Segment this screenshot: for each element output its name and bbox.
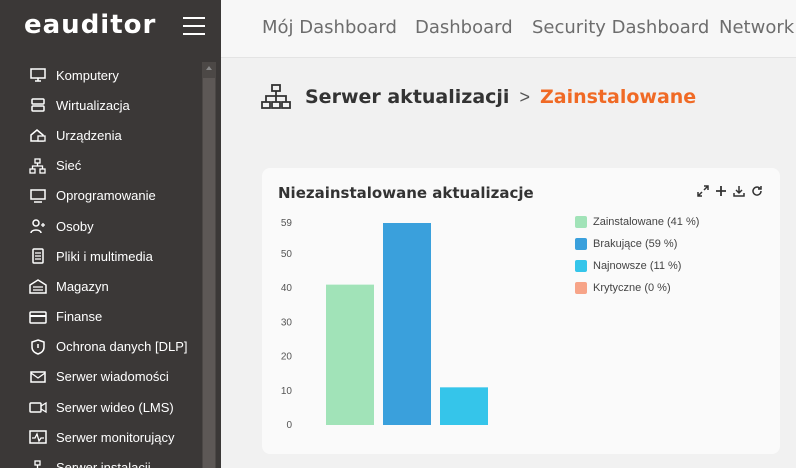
tab-security-dashboard[interactable]: Security Dashboard xyxy=(532,17,709,38)
bar-zainstalowane[interactable] xyxy=(326,284,374,425)
video-icon xyxy=(28,399,48,415)
sidebar-item-label: Serwer monitorujący xyxy=(56,429,175,445)
sidebar-item-osoby[interactable]: Osoby xyxy=(0,211,200,241)
scroll-up-arrow-icon[interactable] xyxy=(206,66,212,70)
legend-label: Najnowsze (11 %) xyxy=(593,260,682,272)
sidebar-item-label: Oprogramowanie xyxy=(56,188,156,204)
download-icon[interactable] xyxy=(732,184,745,197)
hamburger-menu-icon[interactable] xyxy=(183,17,205,35)
sidebar-scrollbar[interactable] xyxy=(202,62,216,468)
network-icon xyxy=(261,84,291,109)
y-tick-label: 20 xyxy=(281,352,293,363)
software-icon xyxy=(28,188,48,204)
expand-icon[interactable] xyxy=(696,184,709,197)
install-icon xyxy=(28,459,48,468)
sidebar-item-label: Serwer instalacji xyxy=(56,460,151,468)
refresh-icon[interactable] xyxy=(750,184,763,197)
chart-tools xyxy=(696,184,763,197)
logo-bar: eauditor xyxy=(0,0,221,58)
sidebar-item-label: Serwer wideo (LMS) xyxy=(56,399,174,415)
sidebar-item-label: Finanse xyxy=(56,309,103,325)
breadcrumb-parent[interactable]: Serwer aktualizacji xyxy=(305,86,509,108)
sidebar-item-oprogramowanie[interactable]: Oprogramowanie xyxy=(0,181,200,211)
sidebar-item-label: Sieć xyxy=(56,158,82,174)
sidebar-item-sieć[interactable]: Sieć xyxy=(0,151,200,181)
sidebar-item-label: Urządzenia xyxy=(56,127,122,143)
sidebar-item-wirtualizacja[interactable]: Wirtualizacja xyxy=(0,90,200,120)
sidebar-item-label: Magazyn xyxy=(56,278,109,294)
legend-item[interactable]: Zainstalowane (41 %) xyxy=(575,211,699,233)
tab-my-dashboard[interactable]: Mój Dashboard xyxy=(262,17,397,38)
plus-icon[interactable] xyxy=(714,184,727,197)
server-icon xyxy=(28,97,48,113)
shield-icon xyxy=(28,338,48,355)
users-icon xyxy=(28,218,48,234)
top-navigation: Mój Dashboard Dashboard Security Dashboa… xyxy=(221,0,796,58)
sidebar-item-label: Serwer wiadomości xyxy=(56,369,169,385)
y-tick-label: 50 xyxy=(281,249,293,260)
chart-legend: Zainstalowane (41 %) Brakujące (59 %) Najn… xyxy=(575,211,699,299)
sidebar-item-label: Komputery xyxy=(56,67,119,83)
sidebar-item-ochrona-danych-dlp[interactable]: Ochrona danych [DLP] xyxy=(0,332,200,362)
network-icon xyxy=(28,158,48,174)
sidebar-item-finanse[interactable]: Finanse xyxy=(0,302,200,332)
tab-network-dashboard[interactable]: Network Das xyxy=(719,17,796,38)
sidebar-menu: Komputery Wirtualizacja Urządzenia Sieć Opro… xyxy=(0,60,200,468)
sidebar-item-serwer-wiadomości[interactable]: Serwer wiadomości xyxy=(0,362,200,392)
breadcrumb-separator: > xyxy=(519,86,530,107)
legend-label: Brakujące (59 %) xyxy=(593,238,678,250)
sidebar-item-label: Wirtualizacja xyxy=(56,97,130,113)
sidebar-item-urządzenia[interactable]: Urządzenia xyxy=(0,120,200,150)
legend-item[interactable]: Najnowsze (11 %) xyxy=(575,255,699,277)
warehouse-icon xyxy=(28,278,48,295)
sidebar-item-label: Osoby xyxy=(56,218,94,234)
sidebar-item-label: Pliki i multimedia xyxy=(56,248,153,264)
chart-card: 0 10 20 30 40 50 59 Niezainstalowane aktualiza… xyxy=(262,168,780,454)
legend-label: Zainstalowane (41 %) xyxy=(593,216,700,228)
legend-item[interactable]: Brakujące (59 %) xyxy=(575,233,699,255)
sidebar-item-serwer-instalacji[interactable]: Serwer instalacji xyxy=(0,452,200,468)
breadcrumb: Serwer aktualizacji > Zainstalowane xyxy=(261,82,696,112)
monitoring-icon xyxy=(28,429,48,445)
sidebar-item-serwer-wideo-lms[interactable]: Serwer wideo (LMS) xyxy=(0,392,200,422)
app-logo[interactable]: eauditor xyxy=(24,10,156,40)
legend-swatch xyxy=(575,216,587,228)
y-tick-label: 10 xyxy=(281,386,293,397)
chart-title: Niezainstalowane aktualizacje xyxy=(278,184,534,202)
monitor-icon xyxy=(28,67,48,83)
y-tick-label: 59 xyxy=(281,218,293,229)
y-tick-label: 30 xyxy=(281,317,293,328)
sidebar-item-serwer-monitorujący[interactable]: Serwer monitorujący xyxy=(0,422,200,452)
scrollbar-thumb[interactable] xyxy=(203,78,215,468)
y-tick-label: 0 xyxy=(286,420,292,431)
files-icon xyxy=(28,248,48,264)
sidebar-item-komputery[interactable]: Komputery xyxy=(0,60,200,90)
sidebar: eauditor Komputery Wirtualizacja Urządzeni… xyxy=(0,0,221,468)
devices-icon xyxy=(28,127,48,143)
tab-dashboard[interactable]: Dashboard xyxy=(415,17,513,38)
bar-chart: 0 10 20 30 40 50 59 xyxy=(281,218,488,431)
bar-najnowsze[interactable] xyxy=(440,387,488,425)
legend-swatch xyxy=(575,238,587,250)
legend-swatch xyxy=(575,282,587,294)
sidebar-item-pliki-i-multimedia[interactable]: Pliki i multimedia xyxy=(0,241,200,271)
sidebar-item-magazyn[interactable]: Magazyn xyxy=(0,271,200,301)
sidebar-item-label: Ochrona danych [DLP] xyxy=(56,339,188,355)
legend-swatch xyxy=(575,260,587,272)
legend-label: Krytyczne (0 %) xyxy=(593,282,671,294)
card-icon xyxy=(28,309,48,325)
legend-item[interactable]: Krytyczne (0 %) xyxy=(575,277,699,299)
y-tick-label: 40 xyxy=(281,283,293,294)
breadcrumb-current: Zainstalowane xyxy=(539,86,697,108)
mail-icon xyxy=(28,369,48,385)
bar-brakujące[interactable] xyxy=(383,223,431,425)
